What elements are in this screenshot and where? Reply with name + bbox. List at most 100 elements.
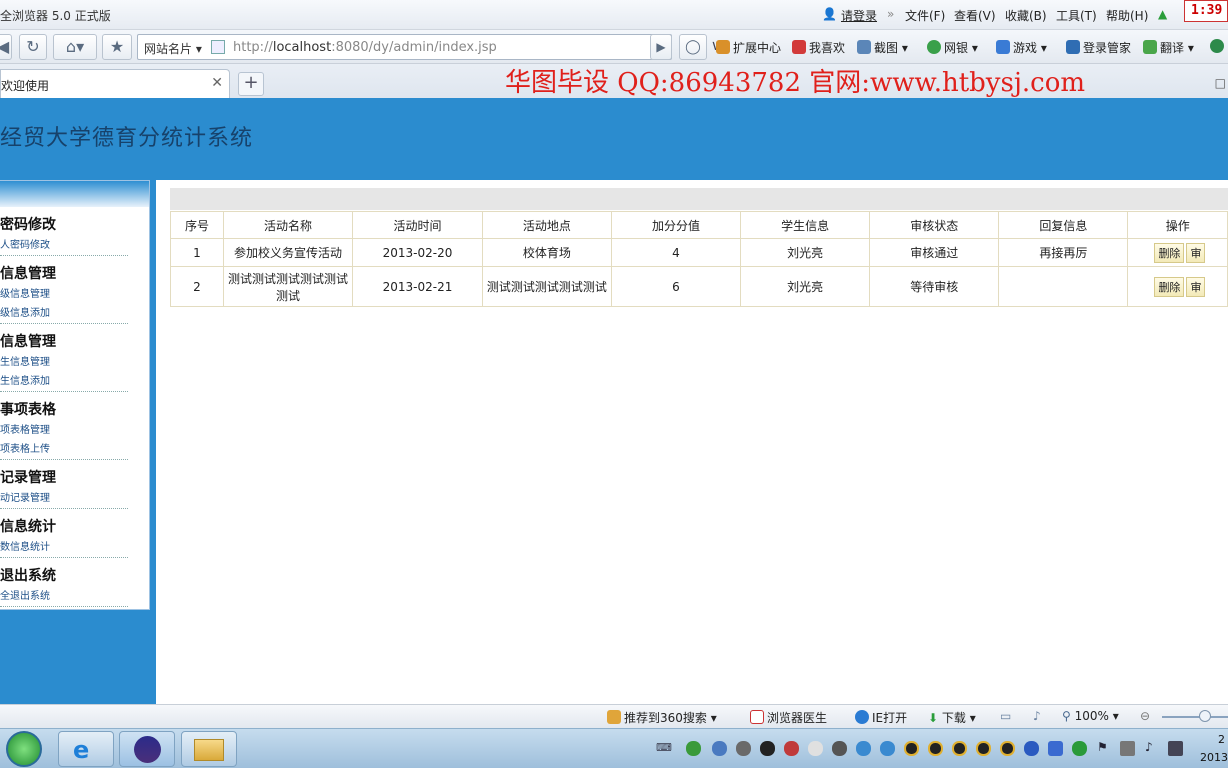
site-card-button[interactable]: 网站名片 ▾	[144, 40, 202, 57]
table-cell: 校体育场	[481, 238, 612, 267]
menu-favorites[interactable]: 收藏(B)	[1005, 7, 1047, 24]
keyboard-icon[interactable]: ⌨	[656, 741, 672, 754]
go-button[interactable]: ▶	[650, 34, 672, 60]
favorite-star-icon[interactable]: ★	[102, 34, 132, 60]
speaker-icon[interactable]: ♪	[1145, 740, 1153, 754]
zoom-out-button[interactable]: ⊖	[1140, 709, 1150, 723]
url-text[interactable]: http://localhost:8080/dy/admin/index.jsp	[233, 40, 497, 55]
tray-icon[interactable]	[856, 741, 871, 756]
column-header: 活动地点	[481, 211, 612, 239]
content-toolbar	[170, 188, 1228, 210]
sidebar-group-class-info: 信息管理 级信息管理 级信息添加	[0, 263, 128, 324]
sidebar-link-forms-manage[interactable]: 项表格管理	[0, 421, 128, 440]
qq-icon[interactable]	[976, 741, 991, 756]
zoom-slider[interactable]	[1162, 716, 1228, 718]
qq-icon[interactable]	[928, 741, 943, 756]
table-cell: 1	[170, 238, 224, 267]
menu-help[interactable]: 帮助(H)	[1106, 7, 1148, 24]
table-cell: 测试测试测试测试测试	[481, 266, 612, 307]
menu-file[interactable]: 文件(F)	[905, 7, 945, 24]
double-chevron-icon: »	[887, 7, 895, 21]
sidebar-link-records-manage[interactable]: 动记录管理	[0, 489, 128, 508]
download-button[interactable]: ⬇ 下载 ▾	[928, 709, 976, 726]
user-icon: 👤	[822, 7, 837, 21]
tray-icon[interactable]	[784, 741, 799, 756]
sidebar-group-title: 事项表格	[0, 402, 56, 418]
zoom-control[interactable]: ⚲ 100% ▾	[1062, 709, 1119, 723]
sidebar-group-records: 记录管理 动记录管理	[0, 467, 128, 509]
sidebar-link-student-manage[interactable]: 生信息管理	[0, 353, 128, 372]
sidebar-group-password: 密码修改 人密码修改	[0, 214, 128, 256]
sidebar-link-student-add[interactable]: 生信息添加	[0, 372, 128, 391]
window-icon[interactable]: □	[1215, 76, 1226, 90]
bank-icon	[927, 40, 941, 54]
tab-welcome[interactable]: 欢迎使用 ✕	[0, 69, 230, 98]
qq-icon[interactable]	[904, 741, 919, 756]
refresh-icon[interactable]: ↻	[19, 34, 47, 60]
address-bar[interactable]: 网站名片 ▾ http://localhost:8080/dy/admin/in…	[137, 34, 721, 60]
sidebar-link-statistics[interactable]: 数信息统计	[0, 538, 128, 557]
navigation-bar: ◀ ↻ ⌂▾ ★ 网站名片 ▾ http://localhost:8080/dy…	[0, 30, 1228, 64]
ie-open-button[interactable]: IE打开	[855, 709, 907, 726]
start-button[interactable]	[6, 731, 42, 767]
ebank-button[interactable]: 网银 ▾	[927, 39, 978, 56]
browser-doctor-button[interactable]: 浏览器医生	[750, 709, 827, 726]
home-icon[interactable]: ⌂▾	[53, 34, 97, 60]
explorer-taskbar-icon[interactable]	[181, 731, 237, 767]
login-link[interactable]: 请登录	[841, 7, 877, 24]
games-button[interactable]: 游戏 ▾	[996, 39, 1047, 56]
heart-icon	[792, 40, 806, 54]
ie-taskbar-icon[interactable]: e	[58, 731, 114, 767]
tray-icon[interactable]	[808, 741, 823, 756]
volume-icon[interactable]: ♪	[1033, 709, 1041, 723]
table-cell: 4	[610, 238, 742, 267]
tray-icon[interactable]	[712, 741, 727, 756]
page-icon	[211, 40, 225, 54]
shield-icon[interactable]: ◯	[679, 34, 707, 60]
sidebar-link-class-add[interactable]: 级信息添加	[0, 304, 128, 323]
update-tray-icon[interactable]	[1072, 741, 1087, 756]
translate-button[interactable]: 翻译 ▾	[1143, 39, 1194, 56]
audit-button[interactable]: 审	[1186, 276, 1206, 297]
tray-icon[interactable]	[686, 741, 701, 756]
menu-view[interactable]: 查看(V)	[954, 7, 996, 24]
qq-icon[interactable]	[1000, 741, 1015, 756]
tray-icon[interactable]	[1120, 741, 1135, 756]
menu-tools[interactable]: 工具(T)	[1056, 7, 1097, 24]
audit-button[interactable]: 审	[1186, 242, 1206, 263]
screenshot-button[interactable]: 截图 ▾	[857, 39, 908, 56]
table-cell: 2	[170, 266, 224, 307]
windows-taskbar: e ⌨ ⚑ ♪ 2 2013	[0, 728, 1228, 768]
back-button[interactable]: ◀	[0, 34, 12, 60]
i-like-button[interactable]: 我喜欢	[792, 39, 845, 56]
eclipse-taskbar-icon[interactable]	[119, 731, 175, 767]
sidebar-header	[0, 181, 149, 207]
shield-tray-icon[interactable]	[1048, 741, 1063, 756]
sidebar-link-forms-upload[interactable]: 项表格上传	[0, 440, 128, 459]
tray-icon[interactable]	[832, 741, 847, 756]
zoom-slider-handle[interactable]	[1199, 710, 1211, 722]
sidebar-link-logout[interactable]: 全退出系统	[0, 587, 128, 606]
sidebar-link-password-change[interactable]: 人密码修改	[0, 236, 128, 255]
delete-button[interactable]: 删除	[1154, 242, 1185, 263]
tray-icon[interactable]	[760, 741, 775, 756]
tray-icon[interactable]	[736, 741, 751, 756]
extension-center-button[interactable]: 扩展中心	[716, 39, 781, 56]
shirt-icon[interactable]: ▲	[1158, 7, 1167, 21]
delete-button[interactable]: 删除	[1154, 276, 1185, 297]
qq-icon[interactable]	[952, 741, 967, 756]
sidebar-link-class-manage[interactable]: 级信息管理	[0, 285, 128, 304]
more-icon[interactable]	[1210, 39, 1227, 54]
flag-icon[interactable]: ⚑	[1097, 740, 1108, 754]
status-bar: 推荐到360搜索 ▾ 浏览器医生 IE打开 ⬇ 下载 ▾ ▭ ♪ ⚲ 100% …	[0, 704, 1228, 728]
gamepad-icon	[996, 40, 1010, 54]
tray-icon[interactable]	[880, 741, 895, 756]
close-tab-icon[interactable]: ✕	[211, 75, 223, 91]
tray-icon[interactable]	[1024, 741, 1039, 756]
activity-table: 序号 活动名称 活动时间 活动地点 加分分值 学生信息 审核状态 回复信息 操作…	[170, 211, 1228, 307]
window-mode-icon[interactable]: ▭	[1000, 709, 1011, 723]
network-icon[interactable]	[1168, 741, 1183, 756]
new-tab-button[interactable]: +	[238, 72, 264, 96]
recommend-360-button[interactable]: 推荐到360搜索 ▾	[607, 709, 717, 726]
login-manager-button[interactable]: 登录管家	[1066, 39, 1131, 56]
